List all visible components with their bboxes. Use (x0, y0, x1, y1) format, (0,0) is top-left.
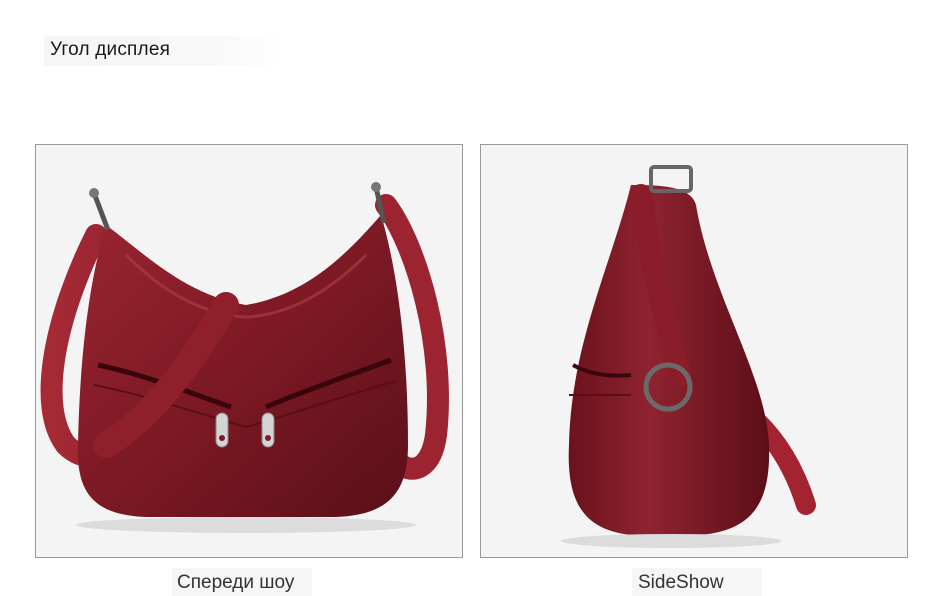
zipper-pull-left-icon (215, 412, 229, 448)
section-title: Угол дисплея (50, 39, 171, 60)
caption-side: SideShow (638, 572, 724, 593)
side-bag-illustration (481, 145, 907, 557)
zipper-pull-right-icon (261, 412, 275, 448)
front-view-photo (35, 144, 463, 558)
caption-front: Спереди шоу (177, 572, 295, 593)
front-bag-illustration (36, 145, 462, 557)
side-view-photo (480, 144, 908, 558)
